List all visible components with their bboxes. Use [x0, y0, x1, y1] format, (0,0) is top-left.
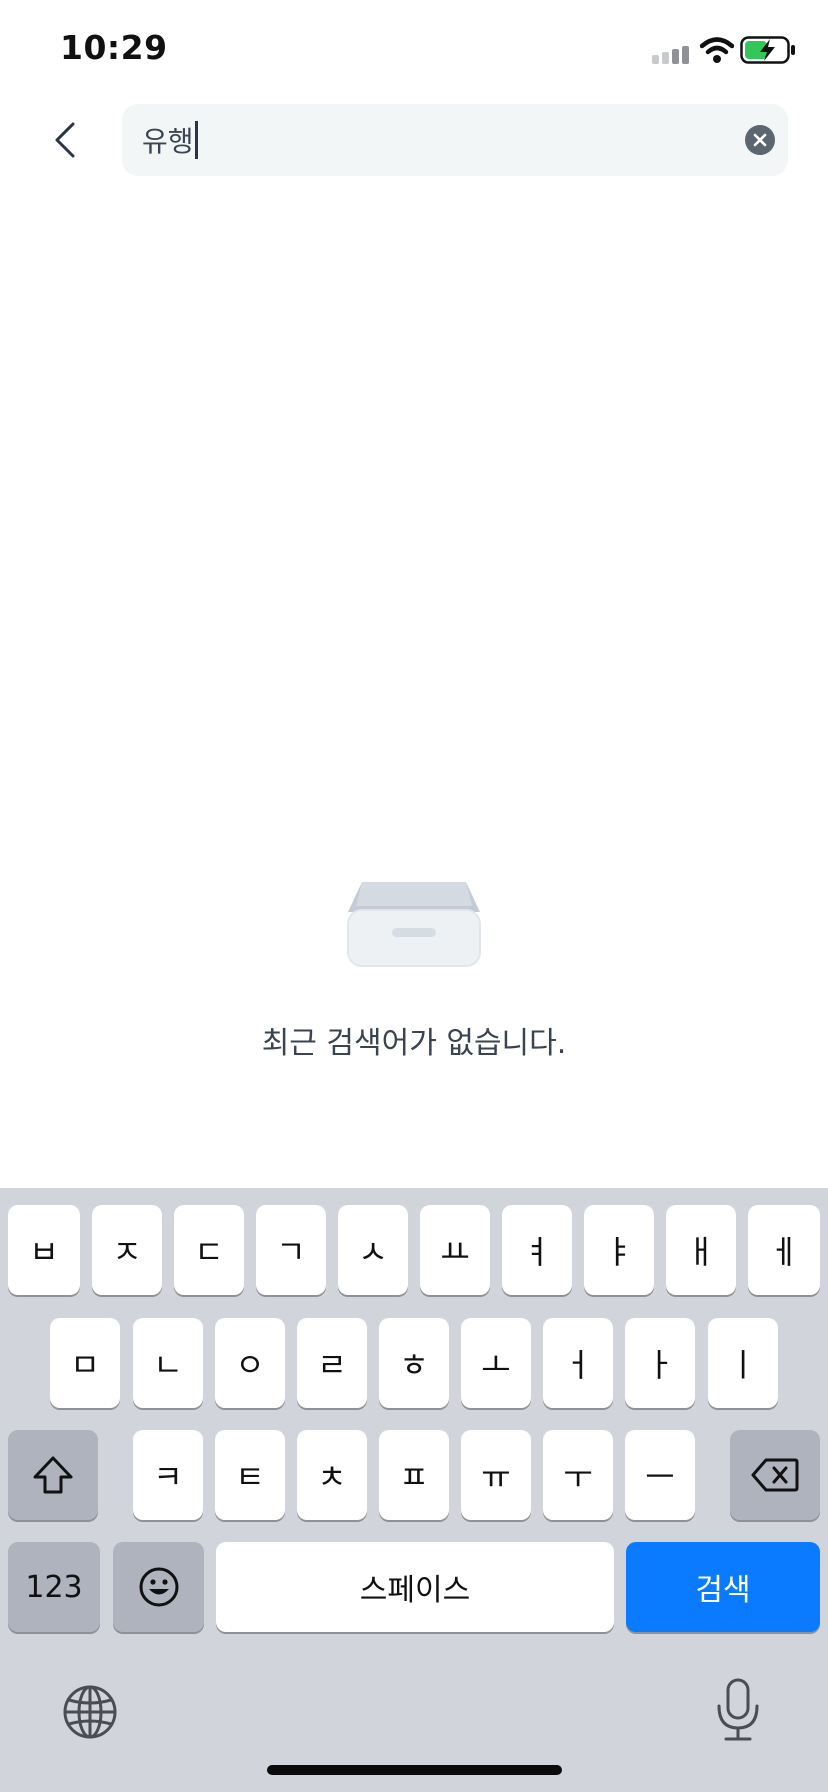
- emoji-icon: [139, 1567, 178, 1607]
- key-row1[interactable]: ㅑ: [584, 1205, 654, 1295]
- key-label: ㅈ: [112, 1233, 142, 1271]
- status-time: 10:29: [60, 28, 168, 67]
- key-row1[interactable]: ㅔ: [748, 1205, 820, 1295]
- key-label: 검색: [695, 1573, 751, 1608]
- key-label: ㅗ: [481, 1346, 511, 1384]
- key-label: ㄱ: [276, 1233, 306, 1271]
- battery-charging-icon: [740, 36, 795, 64]
- empty-state-message: 최근 검색어가 없습니다.: [261, 1026, 567, 1061]
- key-row2[interactable]: ㅎ: [379, 1318, 449, 1408]
- delete-backspace-icon: [751, 1458, 799, 1492]
- key-row2[interactable]: ㅣ: [708, 1318, 778, 1408]
- status-bar: 10:29: [0, 0, 828, 100]
- delete-key[interactable]: [730, 1430, 820, 1520]
- shift-key[interactable]: [8, 1430, 98, 1520]
- key-label: ㅇ: [235, 1346, 265, 1384]
- key-row3[interactable]: ㅋ: [133, 1430, 203, 1520]
- key-row2[interactable]: ㅏ: [625, 1318, 695, 1408]
- key-row1[interactable]: ㅛ: [420, 1205, 490, 1295]
- key-label: ㅛ: [440, 1233, 470, 1271]
- search-input[interactable]: 유행: [142, 104, 198, 176]
- key-label: ㅑ: [604, 1233, 634, 1271]
- key-label: ㅣ: [728, 1346, 758, 1384]
- key-label: ㅊ: [317, 1458, 347, 1496]
- key-row1[interactable]: ㅕ: [502, 1205, 572, 1295]
- key-row3[interactable]: ㅜ: [543, 1430, 613, 1520]
- key-label: ㅠ: [481, 1458, 511, 1496]
- key-row1[interactable]: ㅐ: [666, 1205, 736, 1295]
- key-row3[interactable]: ㅊ: [297, 1430, 367, 1520]
- key-label: ㅁ: [70, 1346, 100, 1384]
- key-label: ㅕ: [522, 1233, 552, 1271]
- key-label: ㅡ: [645, 1458, 675, 1496]
- cellular-signal-icon: [652, 46, 689, 64]
- key-row3[interactable]: ㅠ: [461, 1430, 531, 1520]
- key-label: 123: [25, 1569, 83, 1605]
- key-row2[interactable]: ㄴ: [133, 1318, 203, 1408]
- key-row1[interactable]: ㅈ: [92, 1205, 162, 1295]
- search-field[interactable]: 유행: [122, 104, 788, 176]
- key-label: ㄴ: [153, 1346, 183, 1384]
- space-key[interactable]: 스페이스: [216, 1542, 614, 1632]
- clear-circle-icon: [753, 133, 767, 147]
- home-indicator[interactable]: [267, 1765, 562, 1775]
- key-row1[interactable]: ㄷ: [174, 1205, 244, 1295]
- key-row1[interactable]: ㄱ: [256, 1205, 326, 1295]
- key-row2[interactable]: ㄹ: [297, 1318, 367, 1408]
- text-caret: [194, 121, 198, 159]
- wifi-icon: [700, 37, 734, 63]
- key-row1[interactable]: ㅅ: [338, 1205, 408, 1295]
- key-label: ㅂ: [29, 1233, 59, 1271]
- key-label: ㅌ: [235, 1458, 265, 1496]
- key-row2[interactable]: ㅓ: [543, 1318, 613, 1408]
- search-input-value: 유행: [142, 125, 194, 158]
- key-row2[interactable]: ㅇ: [215, 1318, 285, 1408]
- key-label: ㄷ: [194, 1233, 224, 1271]
- key-label: 스페이스: [359, 1573, 471, 1608]
- key-label: ㅓ: [563, 1346, 593, 1384]
- key-label: ㅍ: [399, 1458, 429, 1496]
- emoji-key[interactable]: [113, 1542, 204, 1632]
- key-label: ㅋ: [153, 1458, 183, 1496]
- key-label: ㅅ: [358, 1233, 388, 1271]
- key-label: ㅏ: [645, 1346, 675, 1384]
- key-row3[interactable]: ㅌ: [215, 1430, 285, 1520]
- key-label: ㄹ: [317, 1346, 347, 1384]
- shift-icon: [33, 1456, 73, 1494]
- clear-search-button[interactable]: [745, 125, 775, 155]
- key-row1[interactable]: ㅂ: [8, 1205, 80, 1295]
- back-button[interactable]: [40, 112, 90, 168]
- key-row3[interactable]: ㅡ: [625, 1430, 695, 1520]
- microphone-icon[interactable]: [714, 1678, 762, 1742]
- key-label: ㅎ: [399, 1346, 429, 1384]
- key-label: ㅜ: [563, 1458, 593, 1496]
- numbers-key[interactable]: 123: [8, 1542, 100, 1632]
- key-label: ㅐ: [686, 1233, 716, 1271]
- key-row3[interactable]: ㅍ: [379, 1430, 449, 1520]
- chevron-left-icon: [55, 122, 75, 158]
- key-row2[interactable]: ㅗ: [461, 1318, 531, 1408]
- search-key[interactable]: 검색: [626, 1542, 820, 1632]
- key-row2[interactable]: ㅁ: [50, 1318, 120, 1408]
- empty-tray-icon: [347, 882, 481, 967]
- key-label: ㅔ: [769, 1233, 799, 1271]
- globe-icon[interactable]: [62, 1684, 118, 1740]
